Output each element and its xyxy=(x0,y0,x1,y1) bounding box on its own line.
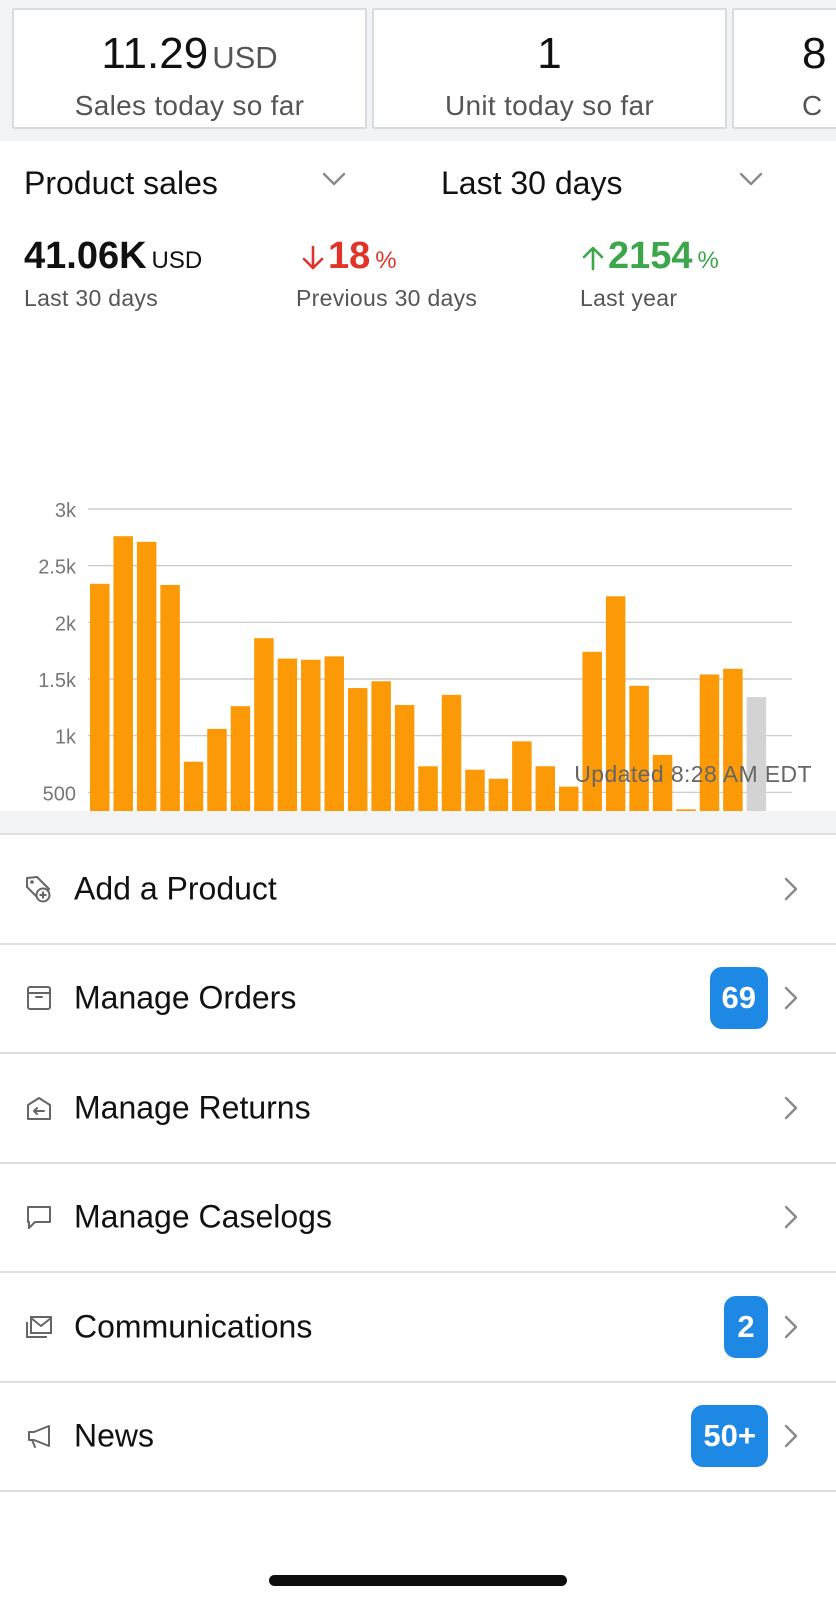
metric-cards-strip[interactable]: 11.29 USD Sales today so far 1 Unit today… xyxy=(0,0,836,141)
third-metric-label: C xyxy=(802,90,823,121)
third-metric-card[interactable]: 8 C xyxy=(732,8,836,129)
menu-item-label: News xyxy=(74,1417,155,1454)
megaphone-icon xyxy=(24,1421,54,1451)
quick-actions-menu: Add a Product Manage Orders 69 Manage Re… xyxy=(0,833,836,1492)
y-tick-label: 3k xyxy=(55,500,77,522)
sales-bar xyxy=(136,541,157,849)
menu-item-label: Manage Caselogs xyxy=(74,1198,332,1235)
sales-today-unit: USD xyxy=(212,40,278,75)
sales-today-label: Sales today so far xyxy=(74,90,305,121)
home-indicator[interactable] xyxy=(269,1575,567,1586)
updated-timestamp: Updated 8:28 AM EDT xyxy=(574,761,812,787)
menu-item-label: Add a Product xyxy=(74,870,277,907)
menu-item-communications[interactable]: Communications 2 xyxy=(0,1273,836,1383)
previous-period-unit: % xyxy=(375,247,397,274)
menu-item-manage-returns[interactable]: Manage Returns xyxy=(0,1054,836,1164)
previous-period-stat: 18% Previous 30 days xyxy=(296,237,477,312)
news-count-badge: 50+ xyxy=(691,1405,768,1468)
chevron-down-icon xyxy=(739,171,763,187)
mail-stack-icon xyxy=(24,1312,54,1342)
menu-item-manage-orders[interactable]: Manage Orders 69 xyxy=(0,944,836,1054)
menu-item-add-product[interactable]: Add a Product xyxy=(0,835,836,945)
sales-panel: Product sales Last 30 days 41.06K USD Las… xyxy=(0,141,836,886)
last-year-unit: % xyxy=(697,247,719,274)
y-tick-label: 500 xyxy=(43,783,76,805)
y-tick-label: 2.5k xyxy=(38,557,77,579)
sales-bar xyxy=(113,536,133,849)
last-year-stat: 2154% Last year xyxy=(580,237,719,312)
chevron-right-icon xyxy=(784,1315,798,1339)
sales-bar xyxy=(160,584,180,849)
orders-box-icon xyxy=(24,983,54,1013)
sales-today-value: 11.29 xyxy=(101,29,209,78)
units-today-card[interactable]: 1 Unit today so far xyxy=(372,8,727,129)
chevron-down-icon xyxy=(322,171,346,187)
y-tick-label: 2k xyxy=(55,613,77,635)
arrow-down-icon xyxy=(302,245,324,271)
third-metric-value: 8 xyxy=(802,29,827,78)
metric-dropdown[interactable]: Product sales xyxy=(24,167,354,199)
chevron-right-icon xyxy=(784,986,798,1010)
chevron-right-icon xyxy=(784,1424,798,1448)
total-sales-value-row: 41.06K USD xyxy=(24,237,202,275)
last-year-value-row: 2154% xyxy=(582,237,719,275)
last-year-label: Last year xyxy=(580,285,678,311)
date-range-dropdown[interactable]: Last 30 days xyxy=(441,167,771,199)
third-metric-value-row: 8 xyxy=(802,32,826,76)
menu-item-news[interactable]: News 50+ xyxy=(0,1382,836,1492)
units-today-label: Unit today so far xyxy=(445,90,654,121)
total-sales-value: 41.06K xyxy=(24,235,147,277)
menu-item-manage-caselogs[interactable]: Manage Caselogs xyxy=(0,1163,836,1273)
last-year-value: 2154 xyxy=(608,235,693,277)
y-tick-label: 1.5k xyxy=(38,670,77,692)
total-sales-stat: 41.06K USD Last 30 days xyxy=(24,237,202,312)
sales-today-value-row: 11.29 USD xyxy=(14,32,365,76)
returns-icon xyxy=(24,1093,54,1123)
sales-bar xyxy=(90,583,110,849)
menu-item-label: Communications xyxy=(74,1308,313,1345)
previous-period-value: 18 xyxy=(328,235,371,277)
date-range-dropdown-label: Last 30 days xyxy=(441,165,623,201)
previous-period-value-row: 18% xyxy=(302,237,477,275)
previous-period-label: Previous 30 days xyxy=(296,285,478,311)
metric-dropdown-label: Product sales xyxy=(24,165,218,201)
communications-count-badge: 2 xyxy=(724,1295,768,1358)
arrow-up-icon xyxy=(582,245,604,271)
section-divider xyxy=(0,811,836,833)
seller-dashboard: 11.29 USD Sales today so far 1 Unit today… xyxy=(0,0,836,1600)
menu-item-label: Manage Orders xyxy=(74,979,297,1016)
add-product-icon xyxy=(24,874,54,904)
chat-bubble-icon xyxy=(24,1202,54,1232)
chevron-right-icon xyxy=(784,1205,798,1229)
total-sales-label: Last 30 days xyxy=(24,285,159,311)
sales-today-card[interactable]: 11.29 USD Sales today so far xyxy=(12,8,367,129)
y-tick-label: 1k xyxy=(55,727,77,749)
chevron-right-icon xyxy=(784,877,798,901)
total-sales-unit: USD xyxy=(151,247,203,274)
chevron-right-icon xyxy=(784,1096,798,1120)
orders-count-badge: 69 xyxy=(709,967,768,1030)
units-today-value-row: 1 xyxy=(374,32,725,76)
menu-item-label: Manage Returns xyxy=(74,1089,311,1126)
units-today-value: 1 xyxy=(537,29,562,78)
